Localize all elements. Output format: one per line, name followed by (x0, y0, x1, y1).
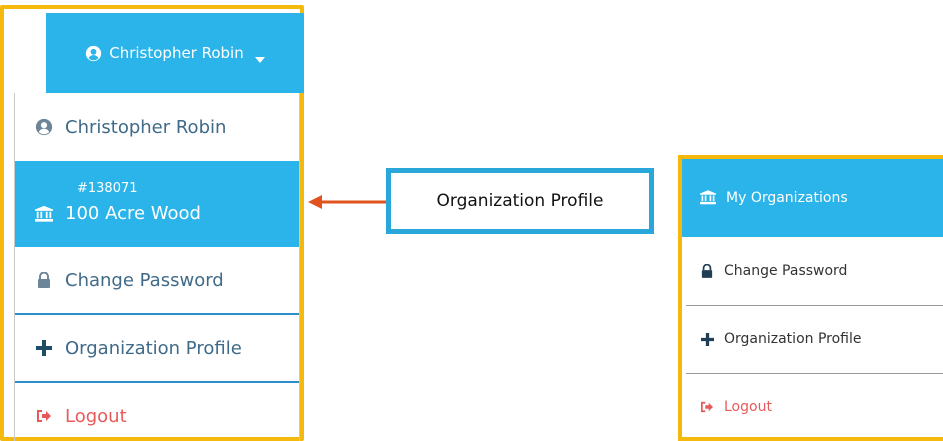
menu-item-user[interactable]: Christopher Robin (15, 93, 299, 161)
user-circle-icon (85, 45, 102, 62)
my-organizations-label: My Organizations (726, 190, 848, 206)
sign-out-icon (35, 407, 53, 425)
callout-box: Organization Profile (386, 168, 654, 234)
user-circle-icon (35, 118, 53, 136)
menu-item-organization-profile[interactable]: Organization Profile (15, 315, 299, 381)
menu-user-name: Christopher Robin (65, 116, 227, 138)
menu-item-organization[interactable]: #138071 100 Acre Wood (15, 161, 299, 247)
change-password-label: Change Password (724, 263, 848, 279)
header-user-name: Christopher Robin (109, 44, 244, 62)
bank-icon (35, 205, 53, 223)
callout-arrow (308, 195, 386, 209)
right-menu-frame: My Organizations Change Password Organiz… (678, 155, 943, 441)
organization-name: 100 Acre Wood (65, 203, 201, 224)
menu-item-change-password[interactable]: Change Password (682, 237, 943, 305)
organization-id: #138071 (77, 181, 138, 196)
plus-icon (35, 339, 53, 357)
organization-profile-label: Organization Profile (65, 337, 242, 359)
menu-item-organization-profile[interactable]: Organization Profile (682, 305, 943, 373)
left-dropdown-frame: Christopher Robin Christopher Robin #138… (0, 5, 304, 441)
user-dropdown-menu: Christopher Robin #138071 100 Acre Wood … (14, 93, 300, 441)
menu-item-change-password[interactable]: Change Password (15, 247, 299, 313)
my-organizations-header[interactable]: My Organizations (682, 159, 943, 237)
plus-icon (700, 332, 714, 346)
logout-label: Logout (65, 405, 127, 427)
callout-label: Organization Profile (436, 191, 604, 211)
menu-item-logout[interactable]: Logout (15, 383, 299, 441)
user-menu-toggle[interactable]: Christopher Robin (46, 13, 304, 93)
logout-label: Logout (724, 399, 772, 415)
lock-icon (35, 271, 53, 289)
change-password-label: Change Password (65, 269, 224, 291)
bank-icon (700, 190, 716, 206)
organization-profile-label: Organization Profile (724, 331, 862, 347)
sign-out-icon (700, 400, 714, 414)
lock-icon (700, 264, 714, 278)
caret-down-icon (254, 50, 265, 63)
menu-item-logout[interactable]: Logout (682, 373, 943, 441)
